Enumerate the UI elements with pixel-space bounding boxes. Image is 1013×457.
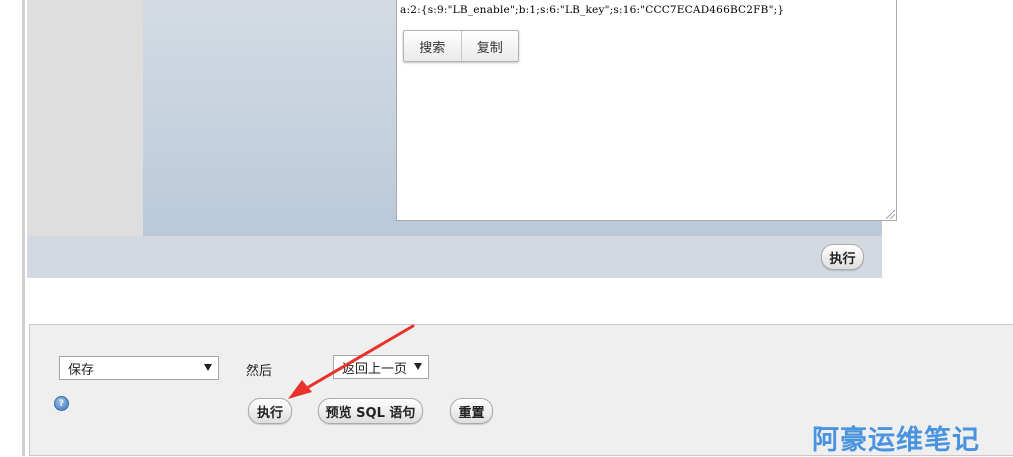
annotation-arrow-icon bbox=[288, 324, 415, 399]
watermark-text: 阿豪运维笔记 bbox=[812, 425, 980, 456]
